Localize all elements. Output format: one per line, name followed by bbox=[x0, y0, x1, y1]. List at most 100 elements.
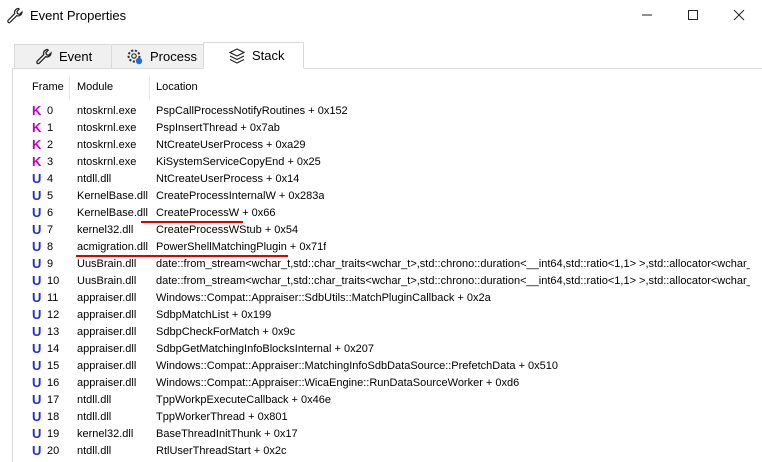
module-name: appraiser.dll bbox=[77, 326, 137, 338]
table-row[interactable]: U 13 appraiser.dll SdbpCheckForMatch + 0x9c bbox=[13, 324, 762, 341]
tab-event[interactable]: Event bbox=[14, 44, 112, 68]
close-button[interactable] bbox=[716, 0, 762, 30]
module-name: ntdll.dll bbox=[77, 445, 112, 457]
minimize-button[interactable] bbox=[624, 0, 670, 30]
table-row[interactable]: U 19 kernel32.dll BaseThreadInitThunk + 0x1… bbox=[13, 426, 762, 443]
module-name: KernelBase.dll bbox=[77, 190, 148, 202]
location-text: NtCreateUserProcess + 0x14 bbox=[156, 173, 300, 185]
location-text: RtlUserThreadStart + 0x2c bbox=[156, 445, 287, 457]
table-row[interactable]: U 5 KernelBase.dll CreateProcessInternalW +… bbox=[13, 188, 762, 205]
table-row[interactable]: U 20 ntdll.dll RtlUserThreadStart + 0x2c bbox=[13, 443, 762, 460]
table-row[interactable]: K 1 ntoskrnl.exe PspInsertThread + 0x7ab bbox=[13, 120, 762, 137]
table-row[interactable]: K 2 ntoskrnl.exe NtCreateUserProcess + 0xa2… bbox=[13, 137, 762, 154]
frame-number: 8 bbox=[47, 241, 54, 253]
tab-process[interactable]: Process bbox=[111, 44, 204, 68]
location-text: CreateProcessW + 0x66 bbox=[156, 207, 276, 219]
minimize-icon bbox=[642, 14, 652, 16]
location-text: PspInsertThread + 0x7ab bbox=[156, 122, 280, 134]
module-name: appraiser.dll bbox=[77, 309, 137, 321]
table-row[interactable]: U 18 ntdll.dll TppWorkerThread + 0x801 bbox=[13, 409, 762, 426]
module-name: UusBrain.dll bbox=[77, 275, 137, 287]
module-name: kernel32.dll bbox=[77, 428, 134, 440]
module-name: ntoskrnl.exe bbox=[77, 139, 137, 151]
tab-label: Event bbox=[59, 49, 93, 64]
column-location[interactable]: Location bbox=[156, 81, 198, 93]
frame-number: 18 bbox=[47, 411, 60, 423]
frame-number: 10 bbox=[47, 275, 60, 287]
red-underline bbox=[141, 221, 243, 223]
column-divider[interactable] bbox=[69, 77, 70, 99]
module-name: ntdll.dll bbox=[77, 411, 112, 423]
table-row[interactable]: K 3 ntoskrnl.exe KiSystemServiceCopyEnd + 0… bbox=[13, 154, 762, 171]
tab-stack[interactable]: Stack bbox=[203, 42, 304, 69]
user-frame-icon: U bbox=[32, 409, 42, 424]
column-module[interactable]: Module bbox=[77, 81, 113, 93]
location-text: NtCreateUserProcess + 0xa29 bbox=[156, 139, 306, 151]
user-frame-icon: U bbox=[32, 239, 42, 254]
user-frame-icon: U bbox=[32, 426, 42, 441]
location-text: PowerShellMatchingPlugin + 0x71f bbox=[156, 241, 327, 253]
user-frame-icon: U bbox=[32, 256, 42, 271]
column-frame[interactable]: Frame bbox=[32, 81, 64, 93]
tab-label: Stack bbox=[252, 48, 285, 63]
table-row[interactable]: U 14 appraiser.dll SdbpGetMatchingInfoBlock… bbox=[13, 341, 762, 358]
module-name: ntdll.dll bbox=[77, 173, 112, 185]
module-name: kernel32.dll bbox=[77, 224, 134, 236]
user-frame-icon: U bbox=[32, 222, 42, 237]
table-row[interactable]: U 4 ntdll.dll NtCreateUserProcess + 0x14 bbox=[13, 171, 762, 188]
kernel-frame-icon: K bbox=[32, 120, 42, 135]
user-frame-icon: U bbox=[32, 205, 42, 220]
user-frame-icon: U bbox=[32, 188, 42, 203]
column-divider[interactable] bbox=[149, 77, 150, 99]
stack-panel: Frame Module Location K 0 ntoskrnl.exe PspC… bbox=[12, 68, 762, 462]
location-text: TppWorkpExecuteCallback + 0x46e bbox=[156, 394, 331, 406]
frame-number: 14 bbox=[47, 343, 60, 355]
table-row[interactable]: U 15 appraiser.dll Windows::Compat::Apprais… bbox=[13, 358, 762, 375]
table-row[interactable]: U 7 kernel32.dll CreateProcessWStub + 0x54 bbox=[13, 222, 762, 239]
tab-label: Process bbox=[150, 49, 197, 64]
location-text: SdbpGetMatchingInfoBlocksInternal + 0x20… bbox=[156, 343, 374, 355]
frame-number: 19 bbox=[47, 428, 60, 440]
red-underline bbox=[76, 255, 288, 257]
window-title: Event Properties bbox=[30, 8, 127, 23]
module-name: ntoskrnl.exe bbox=[77, 105, 137, 117]
table-row[interactable]: U 16 appraiser.dll Windows::Compat::Apprais… bbox=[13, 375, 762, 392]
location-text: date::from_stream<wchar_t,std::char_trai… bbox=[156, 258, 750, 270]
module-name: ntdll.dll bbox=[77, 394, 112, 406]
wrench-icon bbox=[7, 7, 23, 24]
module-name: UusBrain.dll bbox=[77, 258, 137, 270]
table-row[interactable]: U 11 appraiser.dll Windows::Compat::Apprais… bbox=[13, 290, 762, 307]
location-text: date::from_stream<wchar_t,std::char_trai… bbox=[156, 275, 750, 287]
location-text: TppWorkerThread + 0x801 bbox=[156, 411, 288, 423]
frame-number: 11 bbox=[47, 292, 59, 304]
module-name: ntoskrnl.exe bbox=[77, 156, 137, 168]
user-frame-icon: U bbox=[32, 341, 42, 356]
table-row[interactable]: U 12 appraiser.dll SdbpMatchList + 0x199 bbox=[13, 307, 762, 324]
table-row[interactable]: U 17 ntdll.dll TppWorkpExecuteCallback + 0x… bbox=[13, 392, 762, 409]
table-row[interactable]: U 8 acmigration.dll PowerShellMatchingPlugi… bbox=[13, 239, 762, 256]
frame-number: 15 bbox=[47, 360, 60, 372]
table-row[interactable]: K 0 ntoskrnl.exe PspCallProcessNotifyRoutin… bbox=[13, 103, 762, 120]
tab-strip: Event Process Stack bbox=[0, 34, 762, 69]
maximize-icon bbox=[688, 10, 698, 20]
frame-number: 12 bbox=[47, 309, 60, 321]
column-header: Frame Module Location bbox=[13, 77, 762, 99]
location-text: CreateProcessInternalW + 0x283a bbox=[156, 190, 325, 202]
module-name: ntoskrnl.exe bbox=[77, 122, 137, 134]
frame-number: 3 bbox=[47, 156, 54, 168]
kernel-frame-icon: K bbox=[32, 154, 42, 169]
stack-rows: K 0 ntoskrnl.exe PspCallProcessNotifyRoutin… bbox=[13, 103, 762, 460]
location-text: SdbpCheckForMatch + 0x9c bbox=[156, 326, 296, 338]
title-bar: Event Properties bbox=[0, 0, 762, 32]
user-frame-icon: U bbox=[32, 273, 42, 288]
frame-number: 2 bbox=[47, 139, 54, 151]
location-text: CreateProcessWStub + 0x54 bbox=[156, 224, 299, 236]
maximize-button[interactable] bbox=[670, 0, 716, 30]
table-row[interactable]: U 10 UusBrain.dll date::from_stream<wchar_t… bbox=[13, 273, 762, 290]
user-frame-icon: U bbox=[32, 290, 42, 305]
frame-number: 17 bbox=[47, 394, 60, 406]
table-row[interactable]: U 6 KernelBase.dll CreateProcessW + 0x66 bbox=[13, 205, 762, 222]
user-frame-icon: U bbox=[32, 375, 42, 390]
table-row[interactable]: U 9 UusBrain.dll date::from_stream<wchar_t,… bbox=[13, 256, 762, 273]
module-name: appraiser.dll bbox=[77, 292, 137, 304]
